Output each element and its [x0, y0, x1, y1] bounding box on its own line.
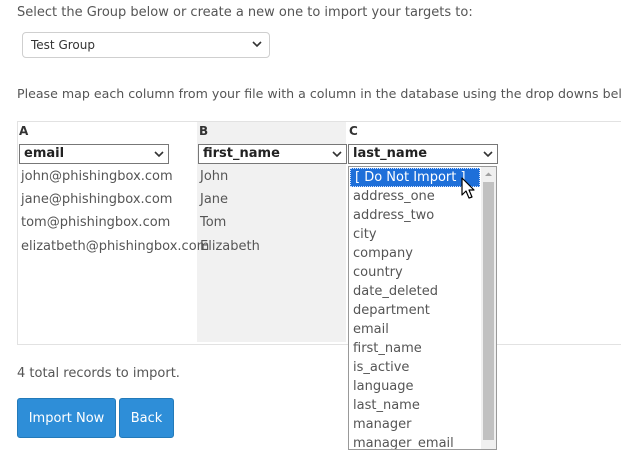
- import-now-button[interactable]: Import Now: [17, 398, 116, 438]
- cell-b2: Jane: [200, 192, 229, 207]
- column-b-select-value: first_name: [203, 146, 280, 161]
- column-c-select[interactable]: last_name: [348, 144, 498, 164]
- cell-a2: jane@phishingbox.com: [21, 192, 173, 207]
- dropdown-option[interactable]: city: [349, 225, 496, 244]
- column-c-dropdown-list[interactable]: [ Do Not Import ] address_one address_two c…: [348, 166, 497, 450]
- dropdown-option[interactable]: language: [349, 377, 496, 396]
- column-b-select[interactable]: first_name: [198, 144, 347, 164]
- dropdown-option[interactable]: country: [349, 263, 496, 282]
- mouse-pointer-icon: [461, 177, 475, 199]
- column-c-header: C: [349, 124, 358, 138]
- cell-a1: john@phishingbox.com: [21, 169, 173, 184]
- column-a-header: A: [19, 124, 29, 138]
- dropdown-option[interactable]: manager_email: [349, 434, 496, 449]
- chevron-down-icon: [154, 151, 164, 158]
- dropdown-option[interactable]: department: [349, 301, 496, 320]
- scrollbar-thumb[interactable]: [483, 182, 494, 440]
- dropdown-option[interactable]: is_active: [349, 358, 496, 377]
- intro-text: Select the Group below or create a new o…: [17, 5, 473, 20]
- group-select-value: Test Group: [31, 38, 95, 52]
- cell-a4: elizatbeth@phishingbox.com: [21, 239, 210, 254]
- cell-b1: John: [200, 169, 229, 184]
- cell-b4: Elizabeth: [200, 239, 260, 254]
- chevron-down-icon: [483, 151, 493, 158]
- chevron-down-icon: [252, 41, 262, 48]
- mapping-instructions: Please map each column from your file wi…: [17, 86, 621, 101]
- dropdown-option[interactable]: first_name: [349, 339, 496, 358]
- dropdown-option[interactable]: address_two: [349, 206, 496, 225]
- cell-b3: Tom: [200, 215, 227, 230]
- dropdown-options: [ Do Not Import ] address_one address_two c…: [349, 168, 496, 449]
- group-select[interactable]: Test Group: [22, 32, 270, 58]
- back-button[interactable]: Back: [119, 398, 174, 438]
- dropdown-option[interactable]: email: [349, 320, 496, 339]
- dropdown-option[interactable]: manager: [349, 415, 496, 434]
- column-b-header: B: [199, 124, 209, 138]
- column-a-select[interactable]: email: [19, 144, 169, 164]
- records-count: 4 total records to import.: [17, 366, 180, 381]
- dropdown-scrollbar[interactable]: [481, 167, 496, 449]
- dropdown-option[interactable]: last_name: [349, 396, 496, 415]
- dropdown-option[interactable]: date_deleted: [349, 282, 496, 301]
- dropdown-option[interactable]: company: [349, 244, 496, 263]
- chevron-down-icon: [332, 151, 342, 158]
- column-c-select-value: last_name: [353, 146, 428, 161]
- scroll-up-arrow-icon[interactable]: [481, 167, 496, 182]
- cell-a3: tom@phishingbox.com: [21, 215, 171, 230]
- column-a-select-value: email: [24, 146, 65, 161]
